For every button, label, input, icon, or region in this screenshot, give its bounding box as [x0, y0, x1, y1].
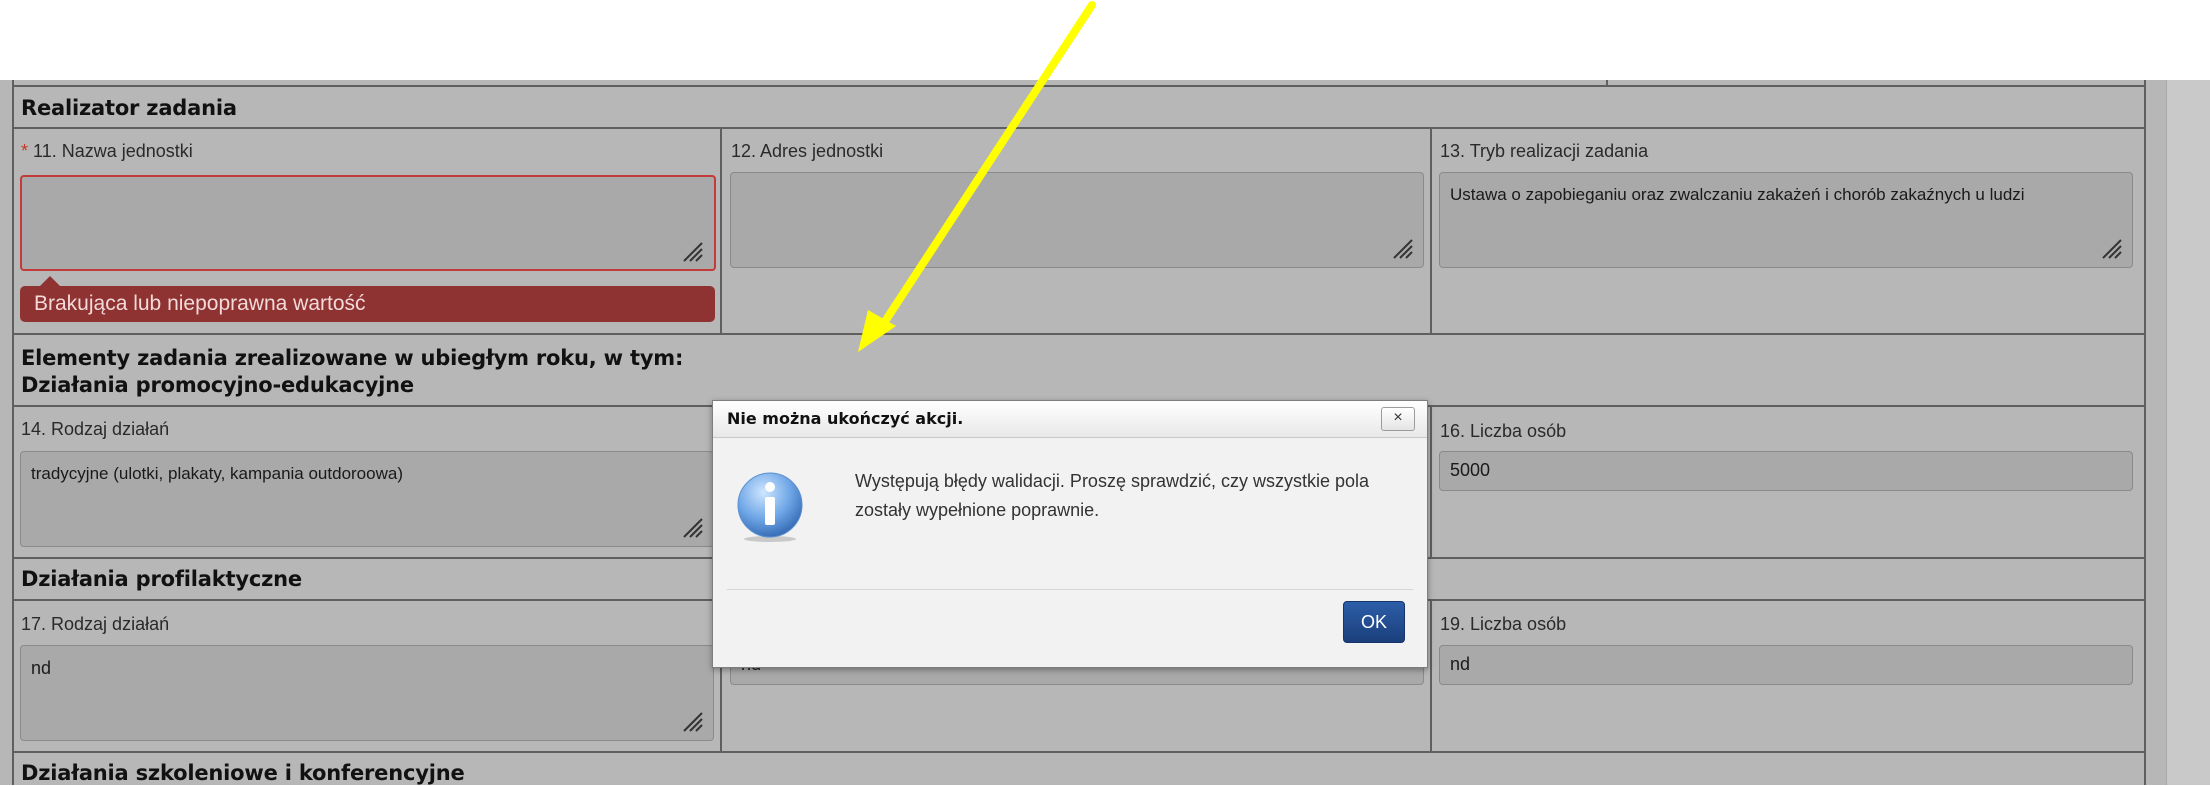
field-16-input[interactable]: 5000	[1439, 451, 2133, 491]
resize-grip-icon[interactable]	[676, 705, 704, 733]
right-scroll-area	[2166, 80, 2210, 785]
row-divider	[12, 85, 2144, 87]
info-icon	[737, 472, 803, 542]
field-13-input[interactable]: Ustawa o zapobieganiu oraz zwalczaniu za…	[1439, 172, 2133, 268]
field-12-input[interactable]	[730, 172, 1424, 268]
row-divider	[12, 333, 2144, 335]
resize-grip-icon[interactable]	[676, 235, 704, 263]
column-divider	[1430, 127, 1432, 333]
field-11-label-text: 11. Nazwa jednostki	[33, 141, 193, 161]
field-14-input[interactable]: tradycyjne (ulotki, plakaty, kampania ou…	[20, 451, 714, 547]
section-title-realizator: Realizator zadania	[21, 96, 237, 120]
dialog-separator	[727, 589, 1413, 590]
resize-grip-icon[interactable]	[2095, 232, 2123, 260]
dialog-message: Występują błędy walidacji. Proszę sprawd…	[855, 471, 1370, 520]
field-19-label: 19. Liczba osób	[1440, 614, 1567, 634]
section-title-promocyjno: Działania promocyjno-edukacyjne	[21, 373, 414, 397]
column-divider	[1430, 405, 1432, 557]
section-title-szkoleniowe: Działania szkoleniowe i konferencyjne	[21, 761, 465, 785]
validation-dialog: Nie można ukończyć akcji. × Występują bł…	[712, 400, 1428, 668]
field-19-input[interactable]: nd	[1439, 645, 2133, 685]
required-marker: *	[21, 141, 29, 161]
resize-grip-icon[interactable]	[676, 511, 704, 539]
column-divider	[1430, 599, 1432, 751]
field-13-label: 13. Tryb realizacji zadania	[1440, 141, 1649, 161]
field-11-label: * 11. Nazwa jednostki	[21, 140, 193, 162]
section-title-profilaktyczne: Działania profilaktyczne	[21, 567, 302, 591]
ok-button[interactable]: OK	[1343, 601, 1405, 643]
validation-error-bubble: Brakująca lub niepoprawna wartość	[20, 276, 715, 322]
close-icon[interactable]: ×	[1381, 407, 1415, 431]
row-divider	[12, 127, 2144, 129]
field-17-input[interactable]: nd	[20, 645, 714, 741]
dialog-titlebar[interactable]: Nie można ukończyć akcji. ×	[713, 401, 1427, 438]
section-title-elementy: Elementy zadania zrealizowane w ubiegłym…	[21, 346, 684, 370]
resize-grip-icon[interactable]	[1386, 232, 1414, 260]
column-divider	[720, 127, 722, 333]
dialog-title: Nie można ukończyć akcji.	[727, 409, 964, 428]
field-11-input[interactable]	[20, 175, 716, 271]
field-14-label: 14. Rodzaj działań	[21, 419, 170, 439]
row-divider	[12, 751, 2144, 753]
field-16-label: 16. Liczba osób	[1440, 421, 1567, 441]
field-12-label: 12. Adres jednostki	[731, 141, 884, 161]
field-17-label: 17. Rodzaj działań	[21, 614, 170, 634]
